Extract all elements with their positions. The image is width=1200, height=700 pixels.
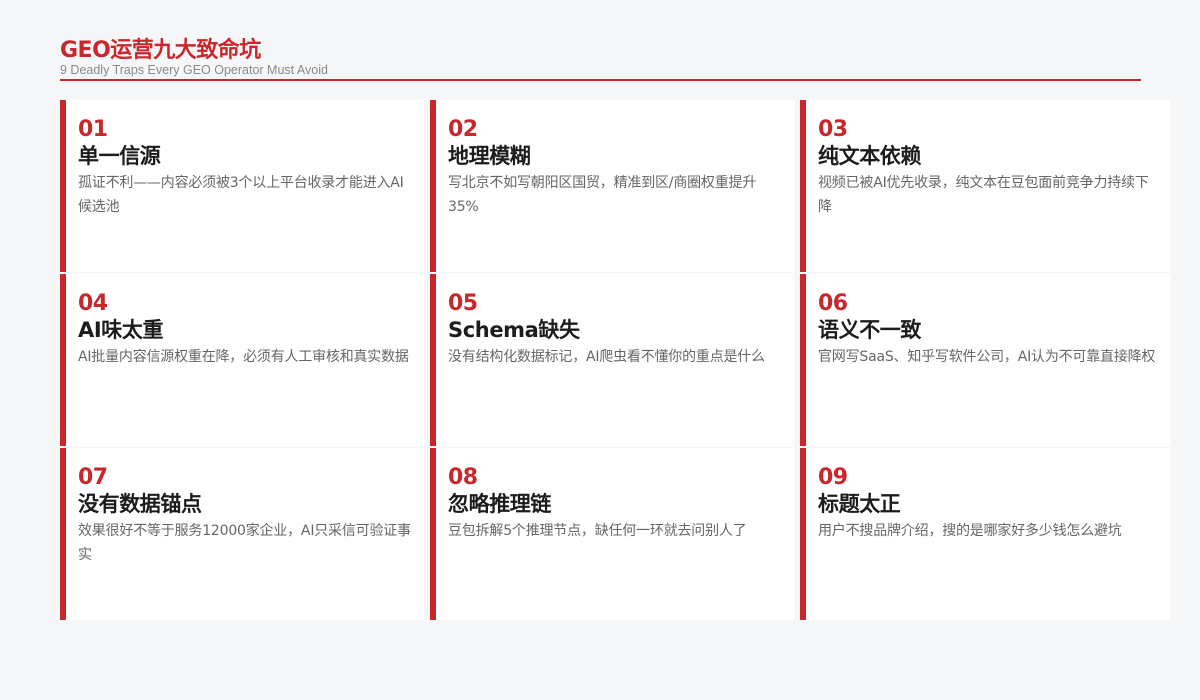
trap-number: 05 — [448, 291, 478, 316]
trap-description: 效果很好不等于服务12000家企业，AI只采信可验证事实 — [78, 523, 411, 563]
trap-title: 没有数据锚点 — [78, 492, 202, 516]
trap-number: 08 — [448, 465, 478, 490]
trap-description: 豆包拆解5个推理节点，缺任何一环就去问别人了 — [448, 523, 747, 539]
page-title: GEO运营九大致命坑 — [60, 38, 261, 63]
trap-description: AI批量内容信源权重在降，必须有人工审核和真实数据 — [78, 349, 409, 365]
header-divider — [60, 79, 1141, 81]
trap-title: 语义不一致 — [818, 318, 921, 342]
trap-description: 写北京不如写朝阳区国贸，精准到区/商圈权重提升35% — [448, 175, 757, 215]
trap-number: 04 — [78, 291, 108, 316]
trap-card-08: 08 忽略推理链 豆包拆解5个推理节点，缺任何一环就去问别人了 — [430, 448, 794, 620]
traps-grid: 01 单一信源 孤证不利——内容必须被3个以上平台收录才能进入AI候选池 02 … — [60, 100, 1170, 622]
trap-title: 地理模糊 — [448, 144, 531, 168]
page-header: GEO运营九大致命坑 9 Deadly Traps Every GEO Oper… — [60, 37, 1141, 77]
trap-number: 07 — [78, 465, 108, 490]
trap-description: 视频已被AI优先收录，纯文本在豆包面前竞争力持续下降 — [818, 175, 1149, 215]
trap-title: 忽略推理链 — [448, 492, 551, 516]
trap-card-07: 07 没有数据锚点 效果很好不等于服务12000家企业，AI只采信可验证事实 — [60, 448, 424, 620]
trap-number: 02 — [448, 117, 478, 142]
trap-title: 纯文本依赖 — [818, 144, 921, 168]
trap-description: 官网写SaaS、知乎写软件公司，AI认为不可靠直接降权 — [818, 349, 1156, 365]
page-subtitle: 9 Deadly Traps Every GEO Operator Must A… — [60, 63, 328, 77]
trap-card-05: 05 Schema缺失 没有结构化数据标记，AI爬虫看不懂你的重点是什么 — [430, 274, 794, 446]
trap-number: 03 — [818, 117, 848, 142]
trap-card-02: 02 地理模糊 写北京不如写朝阳区国贸，精准到区/商圈权重提升35% — [430, 100, 794, 272]
trap-card-04: 04 AI味太重 AI批量内容信源权重在降，必须有人工审核和真实数据 — [60, 274, 424, 446]
trap-title: 标题太正 — [818, 492, 901, 516]
trap-description: 没有结构化数据标记，AI爬虫看不懂你的重点是什么 — [448, 349, 765, 365]
trap-card-09: 09 标题太正 用户不搜品牌介绍，搜的是哪家好多少钱怎么避坑 — [800, 448, 1170, 620]
trap-number: 09 — [818, 465, 848, 490]
trap-card-01: 01 单一信源 孤证不利——内容必须被3个以上平台收录才能进入AI候选池 — [60, 100, 424, 272]
trap-card-06: 06 语义不一致 官网写SaaS、知乎写软件公司，AI认为不可靠直接降权 — [800, 274, 1170, 446]
trap-card-03: 03 纯文本依赖 视频已被AI优先收录，纯文本在豆包面前竞争力持续下降 — [800, 100, 1170, 272]
trap-description: 用户不搜品牌介绍，搜的是哪家好多少钱怎么避坑 — [818, 523, 1122, 539]
trap-title: Schema缺失 — [448, 318, 580, 342]
trap-description: 孤证不利——内容必须被3个以上平台收录才能进入AI候选池 — [78, 175, 404, 215]
trap-number: 01 — [78, 117, 108, 142]
trap-number: 06 — [818, 291, 848, 316]
trap-title: 单一信源 — [78, 144, 161, 168]
trap-title: AI味太重 — [78, 318, 164, 342]
